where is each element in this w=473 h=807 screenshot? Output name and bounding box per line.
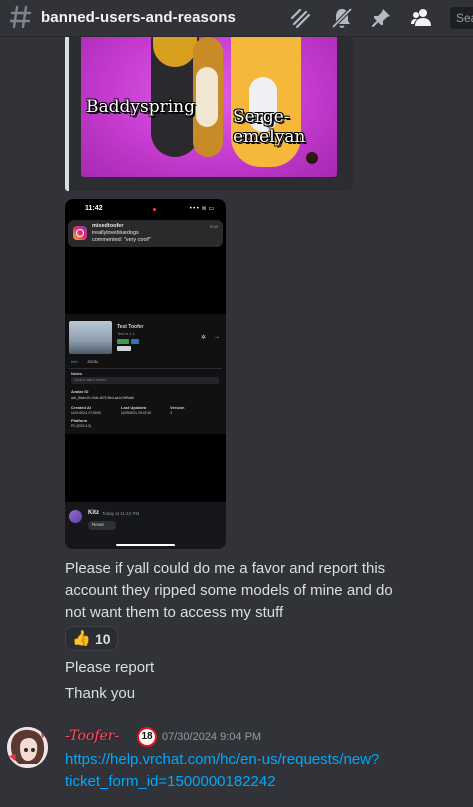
message-line-1: Please if yall could do me a favor and r… <box>65 560 386 577</box>
member-list-icon[interactable] <box>410 7 434 29</box>
settings-icon: ✲ <box>201 335 207 341</box>
recording-indicator <box>153 208 156 211</box>
phone-discord-reply: Kitz Today at 11:42 PM Reset <box>65 502 226 549</box>
help-link-line-2[interactable]: ticket_form_id=1500000182242 <box>65 771 276 793</box>
image-caption-left: Baddyspring <box>86 97 195 117</box>
embed-image[interactable]: Baddyspring Serge-emelyan <box>81 37 337 177</box>
reply-time: Today at 11:42 PM <box>102 511 140 516</box>
author-name[interactable]: -Toofer- <box>65 728 119 744</box>
tag-white <box>117 346 131 351</box>
tag-blue <box>131 339 139 344</box>
avatar-image <box>7 727 48 768</box>
message-line-2: account they ripped some models of mine … <box>65 582 393 599</box>
notes-label: Notes <box>71 371 83 376</box>
notification-muted-icon[interactable] <box>330 7 354 29</box>
tab-divider <box>69 368 222 369</box>
notes-placeholder: Click to add a memo <box>74 378 106 382</box>
screenshot-attachment[interactable]: 11:42 ••• ≋ ▭ mixedtoofer ireallyloveblu… <box>65 199 226 549</box>
vrc-avatar-panel: Test Toofer Test is 1.1 ✲ → Info JSON No… <box>65 314 226 434</box>
reply-reaction-label: Reset <box>92 522 104 527</box>
help-link-line-1[interactable]: https://help.vrchat.com/hc/en-us/request… <box>65 749 379 771</box>
phone-status-icons: ••• ≋ ▭ <box>189 205 215 212</box>
message-please-report: Please report <box>65 659 155 676</box>
avatar-id-value: avtr_f8a4c47c-f0d4-4675-9fe4-aa1c7dff9a4… <box>71 396 135 400</box>
avatar[interactable] <box>7 727 48 768</box>
created-label: Created At <box>71 405 92 410</box>
pin-icon[interactable] <box>370 7 394 29</box>
search-input[interactable]: Sea <box>450 7 473 29</box>
avatar-subtitle: Test is 1.1 <box>117 331 136 336</box>
avatar-id-label: Avatar ID <box>71 389 89 394</box>
notification-title: mixedtoofer <box>92 223 124 229</box>
reply-name: Kitz <box>88 510 99 516</box>
notification-line2: ireallylovebluedogs <box>92 230 139 236</box>
tab-info: Info <box>71 359 78 364</box>
arrow-icon: → <box>214 334 220 340</box>
instagram-notification: mixedtoofer ireallylovebluedogs commente… <box>68 220 223 247</box>
thumbs-up-icon: 👍 <box>72 629 91 647</box>
channel-header: banned-users-and-reasons Sea <box>0 0 473 37</box>
reaction-count: 10 <box>95 631 111 647</box>
updated-label: Last Updated <box>121 405 147 410</box>
platform-value: PC (2022.4.3) <box>71 424 91 428</box>
updated-value: 11/09/2024, 09:02:16 <box>121 411 151 415</box>
created-value: 11/01/2024, 07:09:00 <box>71 411 101 415</box>
version-value: 3 <box>170 411 172 415</box>
version-label: Version <box>170 405 185 410</box>
message-line-3: not want them to access my stuff <box>65 604 284 621</box>
threads-icon[interactable] <box>289 7 313 29</box>
reply-avatar <box>69 510 82 523</box>
phone-time: 11:42 <box>85 205 103 212</box>
message-timestamp: 07/30/2024 9:04 PM <box>162 731 262 743</box>
thumbs-up-reaction[interactable]: 👍 10 <box>65 626 118 651</box>
age-badge: 18 <box>137 727 157 747</box>
notification-line3: commented: "very cool!" <box>92 237 152 243</box>
image-caption-right: Serge-emelyan <box>233 107 306 147</box>
notification-time: now <box>209 224 218 229</box>
message-thank-you: Thank you <box>65 685 136 702</box>
avatar-thumbnail <box>69 321 112 354</box>
tag-green <box>117 339 129 344</box>
tab-json: JSON <box>87 359 98 364</box>
platform-label: Platform <box>71 418 88 423</box>
hashtag-icon <box>10 5 32 29</box>
instagram-icon <box>73 226 87 240</box>
home-indicator <box>116 544 175 546</box>
channel-name: banned-users-and-reasons <box>41 9 236 26</box>
avatar-name: Test Toofer <box>117 324 144 330</box>
